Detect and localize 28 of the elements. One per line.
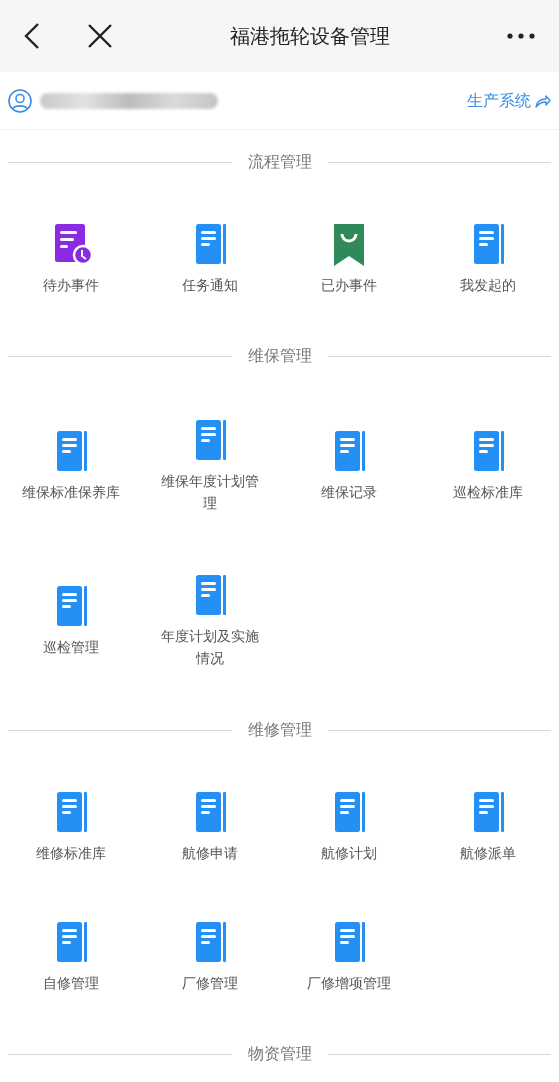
menu-tile[interactable]: 我发起的 [459, 194, 516, 324]
user-icon [8, 88, 32, 113]
menu-tile[interactable]: 维保年度计划管理 [160, 388, 261, 543]
menu-tile[interactable]: 待办事件 [43, 194, 100, 324]
menu-tile[interactable]: 厂修管理 [182, 892, 239, 1022]
section-title: 维修管理 [247, 719, 312, 741]
system-switch-link[interactable]: 生产系统 [467, 88, 551, 113]
menu-tile[interactable]: 任务通知 [182, 194, 239, 324]
share-icon [535, 93, 551, 108]
menu-tile[interactable]: 航修派单 [459, 762, 516, 892]
menu-tile[interactable]: 维保记录 [320, 388, 377, 543]
menu-tile[interactable]: 自修管理 [43, 892, 100, 1022]
menu-tile[interactable]: 已办事件 [320, 194, 377, 324]
page-title: 福港拖轮设备管理 [228, 23, 391, 50]
section-title: 流程管理 [247, 151, 312, 173]
menu-tile[interactable]: 巡检管理 [43, 543, 100, 698]
menu-tile[interactable]: 巡检标准库 [452, 388, 523, 543]
more-icon[interactable] [507, 33, 535, 39]
menu-tile[interactable]: 年度计划及实施情况 [160, 543, 261, 698]
close-icon[interactable] [88, 24, 112, 48]
menu-tile[interactable]: 维修标准库 [36, 762, 107, 892]
menu-tile[interactable]: 航修计划 [320, 762, 377, 892]
section-title: 维保管理 [247, 345, 312, 367]
section-title: 物资管理 [247, 1043, 312, 1065]
menu-tile[interactable]: 航修申请 [182, 762, 239, 892]
menu-tile[interactable]: 维保标准保养库 [22, 388, 121, 543]
back-icon[interactable] [24, 23, 40, 49]
menu-tile[interactable]: 厂修增项管理 [306, 892, 391, 1022]
